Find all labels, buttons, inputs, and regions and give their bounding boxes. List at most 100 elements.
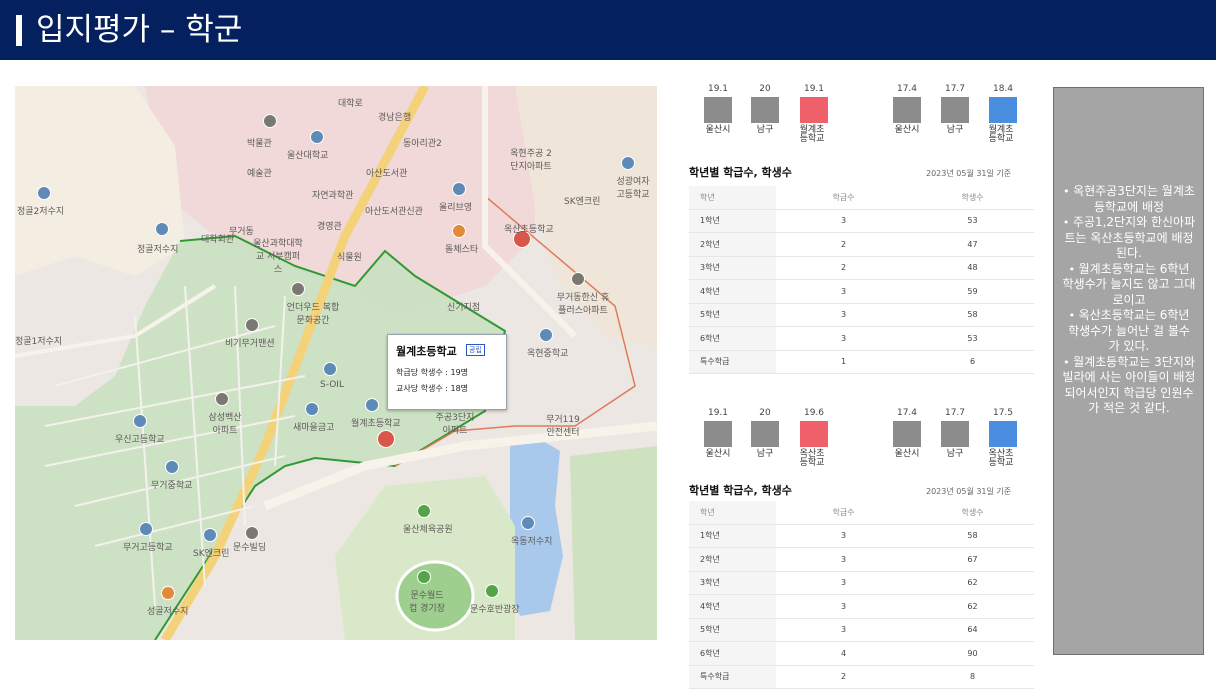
table-title: 학년별 학급수, 학생수 [689, 166, 792, 179]
comparison-value: 19.6 [803, 408, 825, 418]
map-label: 울산과학대학교 서부캠퍼스 [253, 239, 303, 275]
comparison-value: 19.1 [803, 84, 825, 94]
pin-icon [485, 584, 499, 598]
comparison-value: 17.7 [944, 408, 966, 418]
pin-icon [139, 522, 153, 536]
table-cell: 8 [911, 665, 1034, 689]
pin-icon [161, 586, 175, 600]
table-cell: 58 [911, 524, 1034, 548]
map-label: 주공3단지 아파트 [435, 413, 475, 436]
school-district-map[interactable]: 대학로 경남은행 박물관 울산대학교 동아리관2 예술관 아산도서관 옥현주공 … [15, 86, 657, 640]
table-cell: 5학년 [689, 303, 776, 327]
map-label: 우신고등학교 [115, 435, 165, 445]
column-header: 학급수 [776, 501, 911, 525]
table-cell: 6 [911, 350, 1034, 374]
table-row: 4학년 3 62 [689, 594, 1034, 619]
pin-icon [323, 362, 337, 376]
note-text: 월계초등학교는 3단지와 빌라에 사는 아이들이 배정되어서인지 학급당 인원수… [1062, 354, 1196, 416]
map-label: 자연과학관 [312, 191, 354, 201]
title-accent-bar [16, 15, 22, 46]
pin-icon [245, 526, 259, 540]
comparison-label: 옥산초 등학교 [799, 449, 825, 468]
map-label: 아산도서관신관 [365, 207, 423, 217]
table-cell: 3 [776, 524, 911, 548]
table-cell: 67 [911, 547, 1034, 572]
table-header-row: 학년 학급수 학생수 [689, 186, 1034, 210]
comparison-label: 울산시 [894, 125, 920, 135]
table-row: 2학년 3 67 [689, 547, 1034, 572]
pin-icon [215, 392, 229, 406]
column-header: 학급수 [776, 186, 911, 210]
table-cell: 3학년 [689, 571, 776, 595]
pin-icon [165, 460, 179, 474]
table-row: 2학년 2 47 [689, 232, 1034, 257]
pin-icon [305, 402, 319, 416]
pin-icon [365, 398, 379, 412]
map-label: 새마을금고 [293, 423, 335, 433]
popup-school-name: 월계초등학교 [396, 345, 457, 358]
table-cell: 6학년 [689, 326, 776, 351]
table-cell: 53 [911, 209, 1034, 233]
comparison-label: 울산시 [705, 125, 731, 135]
comparison-label: 남구 [946, 449, 964, 459]
comparison-box [751, 421, 779, 447]
table-cell: 6학년 [689, 641, 776, 666]
map-label: 신기지점 [447, 303, 481, 313]
table-cell: 1학년 [689, 524, 776, 548]
pin-icon [310, 130, 324, 144]
pin-icon [203, 528, 217, 542]
table-title: 학년별 학급수, 학생수 [689, 484, 792, 497]
pin-icon [539, 328, 553, 342]
map-label: 문수호반광장 [470, 605, 520, 615]
pin-icon [571, 272, 585, 286]
comparison-box [800, 421, 828, 447]
table-cell: 3 [776, 326, 911, 351]
school-info-popup[interactable]: 월계초등학교 공립 학급당 학생수 : 19명 교사당 학생수 : 18명 [387, 334, 507, 410]
popup-school-type-badge: 공립 [466, 344, 485, 356]
map-label: S-OIL [320, 380, 344, 390]
table-row: 특수학급 1 6 [689, 350, 1034, 374]
map-label: 울산체육공원 [403, 525, 453, 535]
comparison-label: 옥산초 등학교 [988, 449, 1014, 468]
map-label: 무거중학교 [151, 481, 193, 491]
table-row: 6학년 3 53 [689, 326, 1034, 351]
notes-list: • 옥현주공3단지는 월계초등학교에 배정 • 주공1,2단지와 한신아파트는 … [1054, 88, 1203, 417]
school-pin-icon[interactable] [377, 430, 395, 448]
comparison-box [941, 97, 969, 123]
table-cell: 3 [776, 547, 911, 572]
map-label: 예술관 [247, 169, 272, 179]
comparison-label: 남구 [946, 125, 964, 135]
table-cell: 3 [776, 618, 911, 642]
map-label: 옥현중학교 [527, 349, 569, 359]
table-row: 5학년 3 64 [689, 618, 1034, 642]
table-cell: 4 [776, 641, 911, 666]
comparison-box [704, 421, 732, 447]
popup-students-per-class: 학급당 학생수 : 19명 [396, 368, 469, 377]
comparison-value: 18.4 [992, 84, 1014, 94]
page-title: 입지평가 – 학군 [36, 12, 243, 48]
map-label: 옥동저수지 [511, 537, 553, 547]
column-header: 학년 [689, 501, 776, 525]
comparison-chart-oksan: 19.1 울산시 20 남구 19.6 옥산초 등학교 17.4 울산시 17.… [700, 404, 1040, 474]
pin-icon [245, 318, 259, 332]
table-cell: 1 [776, 350, 911, 374]
map-label: 무거동 [229, 227, 254, 237]
note-text: 옥현주공3단지는 월계초등학교에 배정 [1073, 184, 1195, 214]
table-cell: 4학년 [689, 594, 776, 619]
comparison-chart-wolgye: 19.1 울산시 20 남구 19.1 월계초 등학교 17.4 울산시 17.… [700, 80, 1040, 150]
comparison-label: 울산시 [705, 449, 731, 459]
comparison-box [800, 97, 828, 123]
table-row: 1학년 3 53 [689, 209, 1034, 233]
table-cell: 2학년 [689, 547, 776, 572]
pin-icon [452, 182, 466, 196]
map-label: 동아리관2 [403, 139, 442, 149]
map-label: 박물관 [247, 139, 272, 149]
table-cell: 1학년 [689, 209, 776, 233]
table-cell: 2학년 [689, 232, 776, 257]
map-label: 삼성백산 아파트 [208, 413, 242, 436]
comparison-value: 20 [759, 84, 771, 94]
table-cell: 53 [911, 326, 1034, 351]
table-cell: 59 [911, 279, 1034, 304]
table-cell: 5학년 [689, 618, 776, 642]
map-label: 아산도서관 [366, 169, 408, 179]
